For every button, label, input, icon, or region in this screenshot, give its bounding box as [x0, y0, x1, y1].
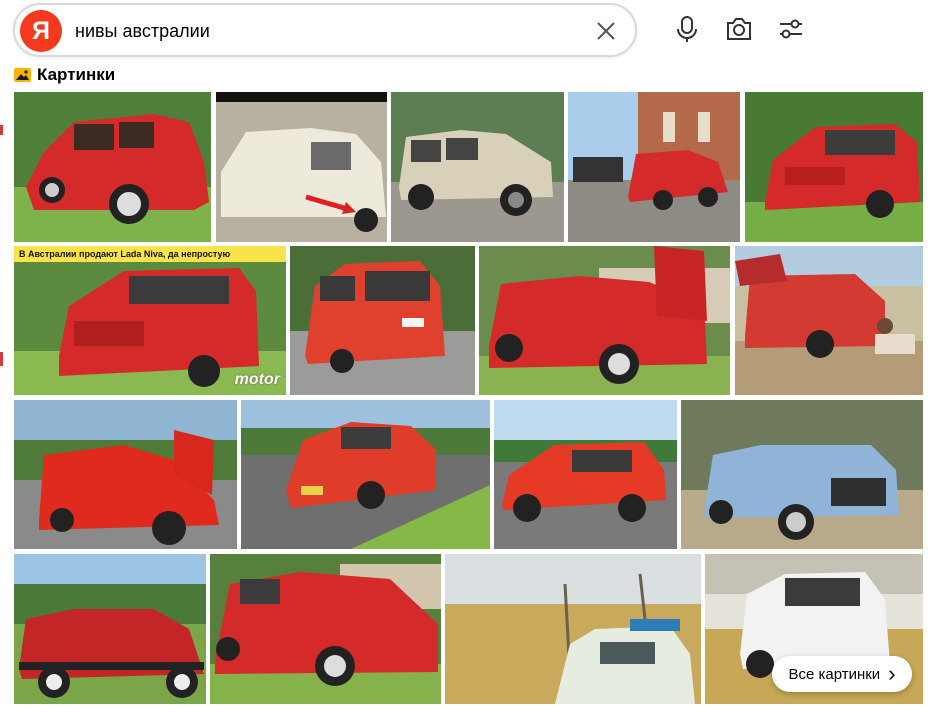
image-tile[interactable] [735, 246, 923, 395]
filters-icon[interactable] [775, 13, 807, 45]
image-tile[interactable] [745, 92, 923, 242]
yandex-logo[interactable]: Я [20, 10, 62, 52]
image-tile[interactable] [445, 554, 701, 704]
camera-search-icon[interactable] [723, 13, 755, 45]
image-tile[interactable] [14, 400, 237, 549]
all-images-label: Все картинки [788, 665, 881, 683]
image-tile[interactable] [681, 400, 923, 549]
clear-icon[interactable] [593, 18, 619, 44]
edge-fragment [0, 125, 3, 135]
image-tile[interactable] [391, 92, 564, 242]
image-tile[interactable] [290, 246, 475, 395]
image-tile[interactable]: В Австралии продают Lada Niva, да непрос… [14, 246, 286, 395]
image-tile[interactable] [210, 554, 441, 704]
search-bar[interactable]: Я нивы австралии [13, 3, 637, 57]
image-tile[interactable] [494, 400, 677, 549]
picture-icon [14, 68, 31, 82]
chevron-right-icon: › [888, 661, 896, 686]
section-title-text: Картинки [37, 65, 116, 84]
image-caption: В Австралии продают Lada Niva, да непрос… [14, 246, 286, 262]
image-tile[interactable] [216, 92, 387, 242]
all-images-button[interactable]: Все картинки › [772, 656, 912, 692]
image-tile[interactable] [568, 92, 740, 242]
edge-fragment [0, 352, 3, 366]
search-input[interactable]: нивы австралии [75, 21, 210, 42]
image-tile[interactable] [479, 246, 730, 395]
image-tile[interactable] [14, 92, 211, 242]
images-section-title[interactable]: Картинки [14, 64, 115, 86]
source-watermark: motor [234, 371, 280, 388]
microphone-icon[interactable] [671, 13, 703, 45]
image-tile[interactable] [14, 554, 206, 704]
image-tile[interactable] [241, 400, 490, 549]
